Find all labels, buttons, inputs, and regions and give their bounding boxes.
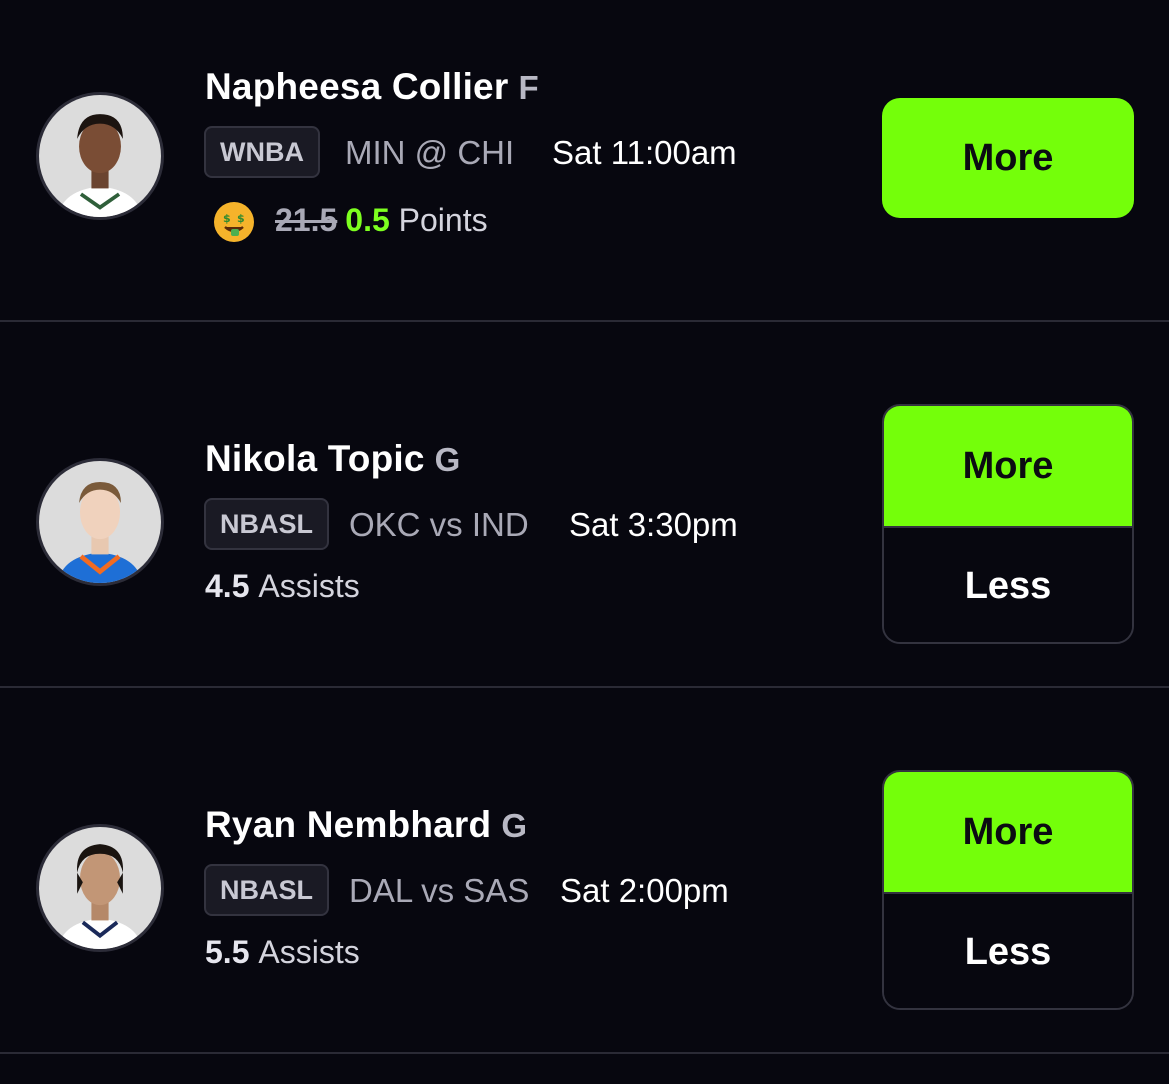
player-position: G <box>434 441 461 478</box>
player-name: Ryan Nembhard G <box>205 804 527 846</box>
player-name-text: Nikola Topic <box>205 438 425 479</box>
player-name: Nikola Topic G <box>205 438 461 480</box>
svg-text:$: $ <box>237 212 245 225</box>
player-name: Napheesa Collier F <box>205 66 539 108</box>
game-time: Sat 11:00am <box>552 134 737 171</box>
player-pick-list: Napheesa Collier F WNBA MIN @ CHI Sat 11:… <box>0 0 1169 1084</box>
row-divider <box>0 686 1169 688</box>
player-avatar <box>36 458 164 586</box>
more-button[interactable]: More <box>884 772 1132 894</box>
stat-label: Points <box>398 202 488 238</box>
game-matchup: MIN @ CHI <box>345 134 515 171</box>
player-position: F <box>518 69 539 106</box>
game-matchup: DAL vs SAS <box>349 872 530 909</box>
less-button[interactable]: Less <box>884 528 1132 642</box>
game-time: Sat 2:00pm <box>560 872 729 909</box>
more-button[interactable]: More <box>882 98 1134 218</box>
more-less-selector: More Less <box>882 770 1134 1010</box>
more-less-selector: More Less <box>882 404 1134 644</box>
stat-line: 5.5 Assists <box>205 934 360 971</box>
league-badge: NBASL <box>204 498 329 550</box>
player-name-text: Napheesa Collier <box>205 66 509 107</box>
stat-label: Assists <box>258 568 360 604</box>
less-button[interactable]: Less <box>884 894 1132 1008</box>
stat-value: 4.5 <box>205 568 250 604</box>
player-position: G <box>501 807 528 844</box>
row-divider <box>0 1052 1169 1054</box>
svg-text:$: $ <box>223 212 231 225</box>
original-line-value: 21.5 <box>275 202 338 238</box>
league-badge: NBASL <box>204 864 329 916</box>
player-name-text: Ryan Nembhard <box>205 804 492 845</box>
promo-line-value: 0.5 <box>345 202 390 238</box>
more-button[interactable]: More <box>884 406 1132 528</box>
stat-value: 5.5 <box>205 934 250 970</box>
stat-label: Assists <box>258 934 360 970</box>
league-badge: WNBA <box>204 126 320 178</box>
row-divider <box>0 320 1169 322</box>
stat-line: 4.5 Assists <box>205 568 360 605</box>
game-time: Sat 3:30pm <box>569 506 738 543</box>
stat-line: 21.5 0.5 Points <box>275 202 488 239</box>
player-avatar <box>36 824 164 952</box>
money-mouth-face-icon: $ $ <box>214 202 254 242</box>
game-matchup: OKC vs IND <box>349 506 529 543</box>
player-avatar <box>36 92 164 220</box>
